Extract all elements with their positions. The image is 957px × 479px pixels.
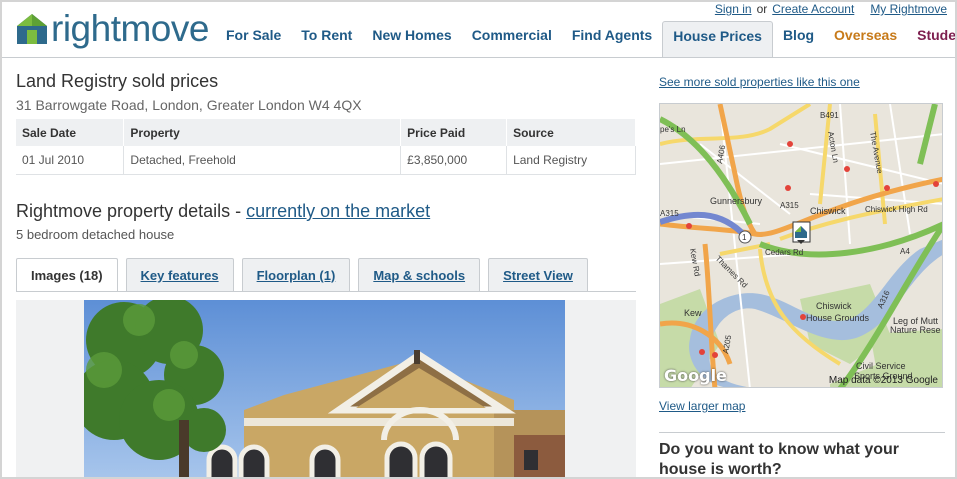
column-header: Property [123,119,402,146]
or-text: or [756,2,768,16]
source-cell: Land Registry [506,146,636,175]
tab-map-schools[interactable]: Map & schools [358,258,481,291]
nav-blog[interactable]: Blog [773,21,824,57]
tab-street-view[interactable]: Street View [488,258,588,291]
nav-find-agents[interactable]: Find Agents [562,21,662,57]
tab-floorplan[interactable]: Floorplan (1) [241,258,351,291]
sign-in-link[interactable]: Sign in [715,2,752,16]
property-summary: 5 bedroom detached house [16,227,175,242]
table-header-row: Sale Date Property Price Paid Source [16,119,636,146]
logo-wordmark: rightmove [51,8,209,49]
table-row: 01 Jul 2010 Detached, Freehold £3,850,00… [16,146,636,175]
nav-new-homes[interactable]: New Homes [362,21,461,57]
property-map-marker[interactable] [792,221,811,244]
tab-key-features[interactable]: Key features [125,258,234,291]
property-details-heading: Rightmove property details - currently o… [16,201,430,222]
nav-overseas[interactable]: Overseas [824,21,907,57]
currently-on-market-link[interactable]: currently on the market [246,201,430,221]
map-label: B491 [820,111,839,120]
nav-house-prices[interactable]: House Prices [662,21,773,57]
map-label: A315 [660,209,679,218]
valuation-heading: Do you want to know what your house is w… [659,441,899,478]
map-label: Chiswick [816,301,852,311]
column-header: Price Paid [400,119,508,146]
nav-to-rent[interactable]: To Rent [291,21,362,57]
house-logo-icon [17,14,47,44]
price-paid-cell: £3,850,000 [400,146,508,175]
map-attribution: Map data ©2013 Google [828,375,938,386]
tabs-divider [16,291,636,292]
property-tabs: Images (18) Key features Floorplan (1) M… [16,258,596,291]
nav-for-sale[interactable]: For Sale [216,21,291,57]
map-label: A315 [780,201,799,210]
sale-date-cell: 01 Jul 2010 [16,146,125,175]
map-label: Kew [684,308,702,318]
view-larger-map-link[interactable]: View larger map [659,399,745,413]
map-label: Chiswick [810,206,846,216]
tab-images[interactable]: Images (18) [16,258,118,291]
location-map[interactable]: 1 Gunnersbury Chiswick Chiswick High Rd … [659,103,943,388]
map-label: Nature Rese [890,325,941,335]
property-address: 31 Barrowgate Road, London, Greater Lond… [16,97,362,113]
column-header: Source [506,119,636,146]
main-nav: For Sale To Rent New Homes Commercial Fi… [216,21,955,57]
page-frame: rightmove Sign in or Create Account My Righ… [0,0,957,479]
map-label: Cedars Rd [765,248,803,257]
map-label: 1 [742,233,747,242]
map-label: Civil Service [856,361,906,371]
see-more-sold-link[interactable]: See more sold properties like this one [659,75,860,89]
nav-students[interactable]: Students [907,21,955,57]
sold-prices-title: Land Registry sold prices [16,71,219,91]
map-label: House Grounds [806,313,870,323]
sold-prices-table: Sale Date Property Price Paid Source 01 … [16,119,636,175]
nav-commercial[interactable]: Commercial [462,21,562,57]
account-links: Sign in or Create Account My Rightmove [715,2,947,16]
my-rightmove-link[interactable]: My Rightmove [870,2,947,16]
google-logo: Google [664,366,727,385]
nav-divider [2,57,955,58]
rightmove-logo[interactable]: rightmove [16,9,209,49]
sidebar-divider [659,432,945,433]
map-label: pe's Ln [660,125,686,134]
details-title-prefix: Rightmove property details - [16,201,247,221]
property-type-cell: Detached, Freehold [123,146,402,175]
map-label: Chiswick High Rd [865,205,928,214]
map-label: Gunnersbury [710,196,763,206]
property-photo[interactable] [84,300,565,477]
column-header: Sale Date [16,119,125,146]
create-account-link[interactable]: Create Account [772,2,854,16]
map-canvas: 1 Gunnersbury Chiswick Chiswick High Rd … [660,104,942,387]
map-label: A4 [900,247,910,256]
image-gallery [16,300,636,477]
